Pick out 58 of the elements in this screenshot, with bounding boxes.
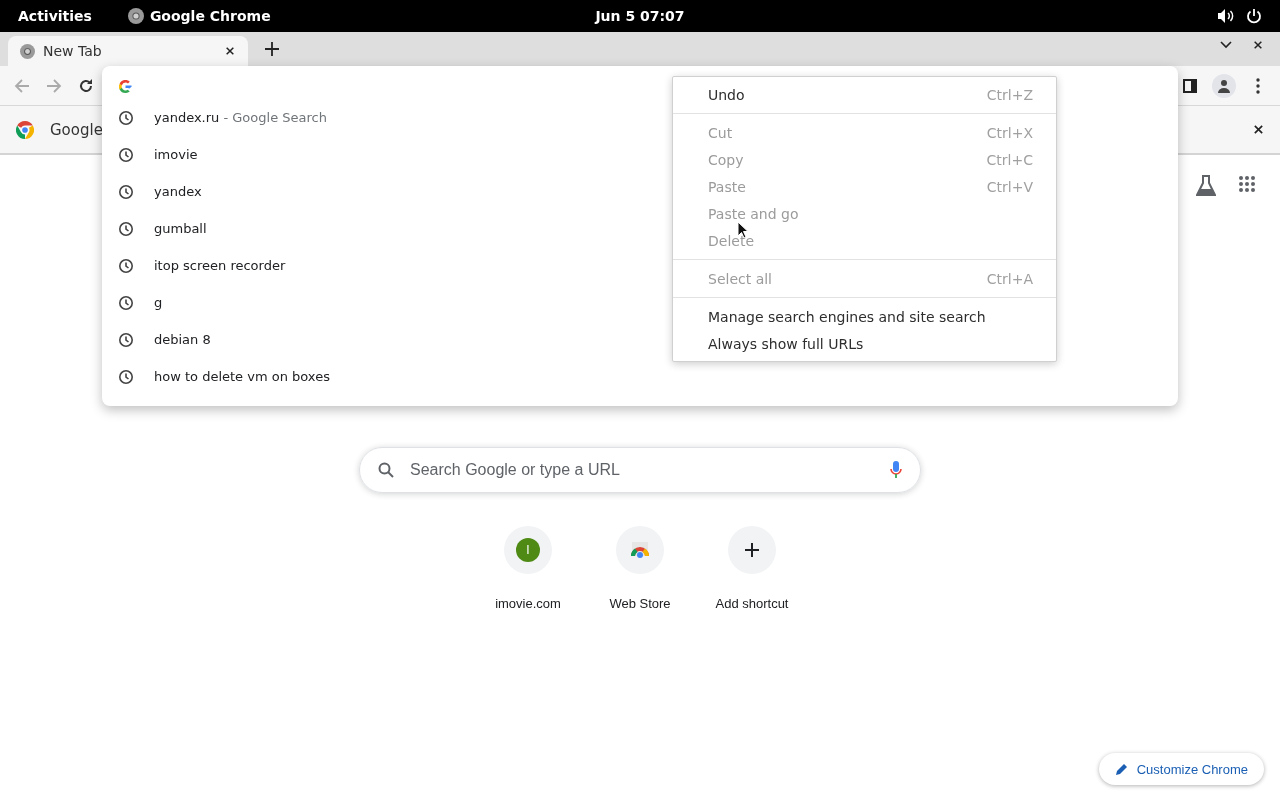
back-arrow-icon bbox=[14, 77, 30, 94]
shortcut-label[interactable]: Web Store bbox=[609, 596, 671, 611]
plus-icon bbox=[265, 42, 279, 56]
customize-chrome-button[interactable]: Customize Chrome bbox=[1098, 753, 1264, 785]
history-icon bbox=[118, 109, 134, 126]
plus-icon bbox=[745, 543, 759, 557]
close-icon bbox=[225, 46, 235, 56]
close-icon bbox=[1252, 124, 1264, 135]
forward-arrow-icon bbox=[46, 77, 62, 94]
pencil-icon bbox=[1114, 762, 1129, 776]
close-icon bbox=[1253, 40, 1263, 50]
shortcut-label[interactable]: Add shortcut bbox=[715, 596, 789, 611]
person-icon bbox=[1217, 78, 1231, 93]
shortcut-tile[interactable] bbox=[616, 526, 664, 574]
chevron-down-icon bbox=[1220, 41, 1232, 49]
suggestion-item[interactable]: imovie bbox=[154, 147, 198, 162]
search-field[interactable]: Search Google or type a URL bbox=[408, 460, 876, 480]
history-icon bbox=[118, 294, 134, 311]
browser-tab[interactable]: New Tab bbox=[8, 36, 248, 66]
chrome-icon bbox=[127, 8, 144, 24]
clock[interactable]: Jun 5 07:07 bbox=[595, 8, 685, 24]
menu-item[interactable]: Manage search engines and site search bbox=[673, 303, 1056, 330]
app-menu[interactable]: Google Chrome bbox=[149, 8, 271, 24]
suggestion-item[interactable]: how to delete vm on boxes bbox=[154, 369, 330, 384]
menu-item[interactable]: Undo Ctrl+Z bbox=[673, 81, 1056, 108]
menu-item[interactable]: Always show full URLs bbox=[673, 330, 1056, 357]
flask-icon[interactable] bbox=[1196, 175, 1216, 197]
infobar-text: Google bbox=[50, 120, 103, 139]
suggestion-item[interactable]: debian 8 bbox=[154, 332, 211, 347]
volume-icon[interactable] bbox=[1218, 9, 1234, 23]
history-icon bbox=[118, 257, 134, 274]
history-icon bbox=[118, 331, 134, 348]
history-icon bbox=[118, 220, 134, 237]
shortcut-label[interactable]: imovie.com bbox=[495, 596, 561, 611]
chrome-icon bbox=[20, 43, 35, 59]
reload-icon bbox=[78, 77, 94, 94]
microphone-icon[interactable] bbox=[890, 461, 902, 479]
history-icon bbox=[118, 146, 134, 163]
google-icon bbox=[119, 79, 132, 93]
history-icon bbox=[118, 183, 134, 200]
shortcut-tile[interactable] bbox=[728, 526, 776, 574]
apps-grid-icon[interactable] bbox=[1238, 175, 1256, 193]
suggestion-item[interactable]: gumball bbox=[154, 221, 207, 236]
web-store-icon bbox=[630, 542, 650, 558]
suggestion-item[interactable]: itop screen recorder bbox=[154, 258, 286, 273]
suggestion-item[interactable]: yandex.ru - Google Search bbox=[154, 110, 327, 125]
side-panel-icon bbox=[1183, 78, 1197, 93]
shortcut-tile[interactable]: I bbox=[504, 526, 552, 574]
search-icon bbox=[378, 462, 394, 478]
profile-button[interactable] bbox=[1212, 73, 1236, 98]
site-letter-icon: I bbox=[516, 538, 540, 562]
power-icon[interactable] bbox=[1246, 8, 1262, 24]
activities-button[interactable]: Activities bbox=[18, 8, 92, 24]
menu-icon bbox=[1256, 77, 1260, 94]
chrome-icon bbox=[16, 120, 34, 139]
suggestion-item[interactable]: g bbox=[154, 295, 163, 310]
history-icon bbox=[118, 368, 134, 385]
suggestion-item[interactable]: yandex bbox=[154, 184, 202, 199]
